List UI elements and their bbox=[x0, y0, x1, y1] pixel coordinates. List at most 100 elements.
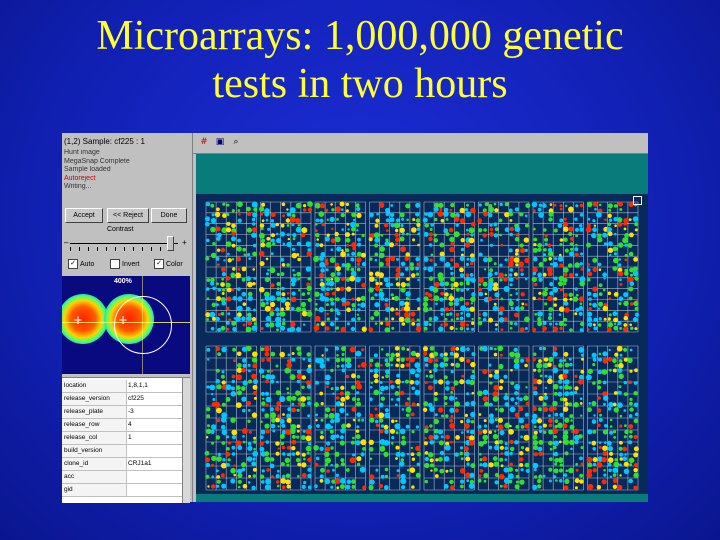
array-spot bbox=[450, 391, 454, 394]
array-spot bbox=[609, 451, 614, 456]
checkbox-invert[interactable]: Invert bbox=[110, 259, 140, 271]
array-spot bbox=[400, 282, 406, 288]
array-spot bbox=[586, 472, 593, 478]
array-spot bbox=[345, 362, 352, 369]
array-spot bbox=[230, 417, 236, 423]
array-spot bbox=[416, 367, 422, 373]
property-row[interactable]: acc bbox=[62, 471, 182, 484]
accept-button[interactable]: Accept bbox=[65, 208, 103, 223]
contrast-minus[interactable]: – bbox=[64, 238, 68, 247]
grid-icon[interactable]: # bbox=[197, 136, 211, 149]
array-spot bbox=[515, 292, 519, 295]
property-row[interactable]: release_row 4 bbox=[62, 419, 182, 432]
array-spot bbox=[499, 445, 504, 450]
property-value[interactable]: 1 bbox=[128, 432, 180, 444]
property-value[interactable]: CRJ1a1 bbox=[128, 458, 180, 470]
checkbox-box[interactable]: ✓ bbox=[154, 259, 164, 269]
array-spot bbox=[313, 256, 320, 262]
array-spot bbox=[553, 391, 558, 396]
array-margin-bottom bbox=[196, 494, 648, 502]
array-spot bbox=[513, 347, 518, 352]
done-button[interactable]: Done bbox=[151, 208, 187, 223]
array-spot bbox=[543, 406, 549, 413]
property-value[interactable]: -3 bbox=[128, 406, 180, 418]
array-spot bbox=[356, 391, 360, 395]
array-spot bbox=[351, 226, 356, 232]
checkbox-color[interactable]: ✓ Color bbox=[154, 259, 183, 271]
array-spot bbox=[499, 484, 503, 488]
array-spot bbox=[384, 474, 389, 479]
array-spot bbox=[428, 276, 434, 281]
array-spot bbox=[247, 281, 253, 288]
array-spot bbox=[280, 297, 287, 303]
array-spot bbox=[314, 202, 321, 209]
array-spot bbox=[259, 446, 265, 452]
array-spot bbox=[533, 256, 538, 262]
property-value[interactable]: cf225 bbox=[128, 393, 180, 405]
contrast-plus[interactable]: + bbox=[182, 238, 187, 247]
array-spot bbox=[628, 218, 632, 221]
properties-scrollbar[interactable] bbox=[182, 378, 190, 503]
array-spot bbox=[428, 243, 433, 247]
property-row[interactable]: gid bbox=[62, 484, 182, 497]
array-spot bbox=[211, 455, 217, 462]
property-value[interactable] bbox=[128, 445, 180, 457]
contrast-slider-track[interactable] bbox=[70, 243, 178, 244]
property-value[interactable]: 4 bbox=[128, 419, 180, 431]
array-spot bbox=[613, 436, 617, 439]
array-spot bbox=[252, 308, 256, 312]
array-spot bbox=[335, 297, 340, 302]
property-row[interactable]: build_version bbox=[62, 445, 182, 458]
array-spot bbox=[389, 242, 395, 248]
array-spot bbox=[612, 311, 618, 317]
array-spot bbox=[251, 325, 258, 331]
property-value[interactable]: 1,8,1,1 bbox=[128, 380, 180, 392]
array-spot bbox=[282, 318, 286, 321]
array-spot bbox=[261, 358, 265, 362]
array-spot bbox=[617, 222, 623, 227]
checkbox-box[interactable]: ✓ bbox=[68, 259, 78, 269]
microarray-image[interactable] bbox=[196, 194, 648, 494]
zoom-view[interactable]: 400% + + bbox=[62, 276, 190, 374]
property-row[interactable]: clone_id CRJ1a1 bbox=[62, 458, 182, 471]
contrast-slider-thumb[interactable] bbox=[167, 236, 174, 251]
zoom-icon[interactable]: ⌕ bbox=[229, 136, 243, 149]
array-spot bbox=[305, 428, 312, 435]
property-row[interactable]: location 1,8,1,1 bbox=[62, 380, 182, 393]
array-spot bbox=[498, 385, 503, 390]
array-spot bbox=[450, 440, 453, 444]
array-spot bbox=[336, 287, 340, 292]
array-spot bbox=[569, 236, 575, 241]
array-spot bbox=[205, 287, 210, 291]
array-spot bbox=[384, 412, 391, 419]
array-spot bbox=[275, 291, 281, 296]
property-row[interactable]: release_version cf225 bbox=[62, 393, 182, 406]
array-spot bbox=[598, 441, 602, 444]
array-spot bbox=[416, 403, 420, 406]
save-icon[interactable]: ▣ bbox=[213, 136, 227, 149]
array-spot bbox=[374, 302, 380, 308]
array-spot bbox=[508, 428, 514, 435]
array-spot bbox=[468, 227, 475, 234]
property-row[interactable]: release_col 1 bbox=[62, 432, 182, 445]
checkbox-auto[interactable]: ✓ Auto bbox=[68, 259, 94, 271]
array-spot bbox=[524, 462, 530, 468]
array-spot bbox=[326, 358, 330, 362]
property-row[interactable]: release_plate -3 bbox=[62, 406, 182, 419]
array-spot bbox=[416, 462, 420, 466]
array-spot bbox=[553, 445, 557, 450]
array-spot bbox=[237, 485, 241, 489]
property-value[interactable] bbox=[128, 484, 180, 496]
checkbox-box[interactable] bbox=[110, 259, 120, 269]
array-spot bbox=[455, 287, 460, 292]
array-spot bbox=[281, 474, 286, 479]
array-spot bbox=[633, 418, 639, 424]
array-spot bbox=[515, 277, 519, 280]
array-spot bbox=[434, 413, 438, 417]
array-spot bbox=[538, 262, 544, 267]
array-spot bbox=[307, 207, 313, 212]
array-spot bbox=[221, 300, 227, 306]
property-value[interactable] bbox=[128, 471, 180, 483]
reject-button[interactable]: << Reject bbox=[107, 208, 149, 223]
array-spot bbox=[607, 327, 612, 332]
